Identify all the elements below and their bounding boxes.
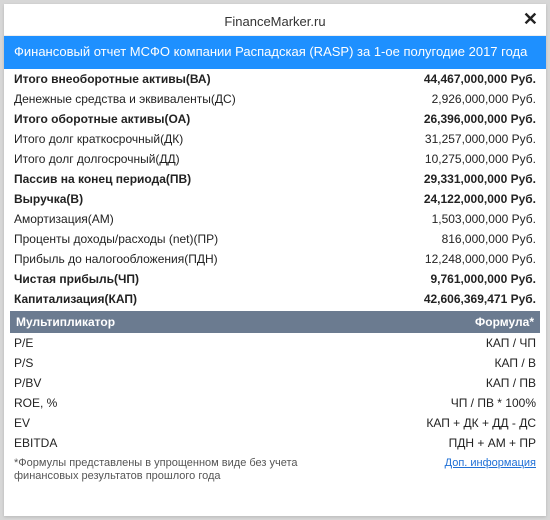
close-icon[interactable]: ✕ [523,10,538,28]
multiple-row: P/BV КАП / ПВ [14,373,536,393]
financial-value: 29,331,000,000 Руб. [424,172,536,186]
more-info-link[interactable]: Доп. информация [445,457,536,469]
financial-label: Выручка(В) [14,192,83,206]
financial-value: 2,926,000,000 Руб. [432,92,536,106]
multiple-name: P/E [14,336,33,350]
multiple-name: P/BV [14,376,41,390]
multiple-formula: КАП + ДК + ДД - ДС [426,416,536,430]
financial-label: Чистая прибыль(ЧП) [14,272,139,286]
financial-label: Итого долг краткосрочный(ДК) [14,132,183,146]
financial-label: Итого внеоборотные активы(ВА) [14,72,211,86]
financial-row: Амортизация(АМ) 1,503,000,000 Руб. [14,209,536,229]
multiple-formula: КАП / ЧП [486,336,536,350]
financial-value: 24,122,000,000 Руб. [424,192,536,206]
multiple-formula: ПДН + АМ + ПР [449,436,536,450]
multiple-formula: ЧП / ПВ * 100% [451,396,536,410]
multiple-name: EBITDA [14,436,57,450]
multiple-row: ROE, % ЧП / ПВ * 100% [14,393,536,413]
multiples-header-left: Мультипликатор [16,315,115,329]
financial-value: 31,257,000,000 Руб. [425,132,536,146]
financial-label: Амортизация(АМ) [14,212,114,226]
multiples-section-header: Мультипликатор Формула* [10,311,540,333]
financial-row: Прибыль до налогообложения(ПДН) 12,248,00… [14,249,536,269]
report-body: Итого внеоборотные активы(ВА) 44,467,000,… [4,69,546,516]
multiple-name: EV [14,416,30,430]
site-title: FinanceMarker.ru [224,14,325,29]
financial-row: Итого долг долгосрочный(ДД) 10,275,000,00… [14,149,536,169]
financial-value: 44,467,000,000 Руб. [424,72,536,86]
multiple-row: P/S КАП / В [14,353,536,373]
formula-footnote: *Формулы представлены в упрощенном виде … [14,457,334,483]
financial-label: Итого долг долгосрочный(ДД) [14,152,180,166]
financial-row: Пассив на конец периода(ПВ) 29,331,000,00… [14,169,536,189]
financial-label: Проценты доходы/расходы (net)(ПР) [14,232,218,246]
financial-label: Пассив на конец периода(ПВ) [14,172,191,186]
financial-row: Выручка(В) 24,122,000,000 Руб. [14,189,536,209]
financial-value: 12,248,000,000 Руб. [425,252,536,266]
financial-value: 9,761,000,000 Руб. [431,272,537,286]
multiple-row: P/E КАП / ЧП [14,333,536,353]
financial-row: Чистая прибыль(ЧП) 9,761,000,000 Руб. [14,269,536,289]
financial-value: 816,000,000 Руб. [442,232,536,246]
multiple-row: EV КАП + ДК + ДД - ДС [14,413,536,433]
financial-label: Итого оборотные активы(ОА) [14,112,190,126]
modal-window: FinanceMarker.ru ✕ Финансовый отчет МСФО… [4,4,546,516]
modal-header: FinanceMarker.ru ✕ [4,4,546,36]
multiple-name: ROE, % [14,396,57,410]
financial-value: 26,396,000,000 Руб. [424,112,536,126]
financial-value: 1,503,000,000 Руб. [432,212,536,226]
financial-label: Прибыль до налогообложения(ПДН) [14,252,218,266]
financial-row: Проценты доходы/расходы (net)(ПР) 816,000… [14,229,536,249]
financial-row: Итого внеоборотные активы(ВА) 44,467,000,… [14,69,536,89]
multiple-row: EBITDA ПДН + АМ + ПР [14,433,536,453]
multiples-header-right: Формула* [475,315,534,329]
multiple-name: P/S [14,356,33,370]
financial-label: Капитализация(КАП) [14,292,137,306]
financial-label: Денежные средства и эквиваленты(ДС) [14,92,236,106]
multiple-formula: КАП / ПВ [486,376,536,390]
financial-value: 42,606,369,471 Руб. [424,292,536,306]
financial-row: Итого оборотные активы(ОА) 26,396,000,000… [14,109,536,129]
report-title-banner: Финансовый отчет МСФО компании Распадска… [4,36,546,69]
footer-row: *Формулы представлены в упрощенном виде … [14,457,536,483]
financial-row: Итого долг краткосрочный(ДК) 31,257,000,0… [14,129,536,149]
financial-value: 10,275,000,000 Руб. [425,152,536,166]
financial-row: Денежные средства и эквиваленты(ДС) 2,926… [14,89,536,109]
multiple-formula: КАП / В [495,356,537,370]
financial-row: Капитализация(КАП) 42,606,369,471 Руб. [14,289,536,309]
